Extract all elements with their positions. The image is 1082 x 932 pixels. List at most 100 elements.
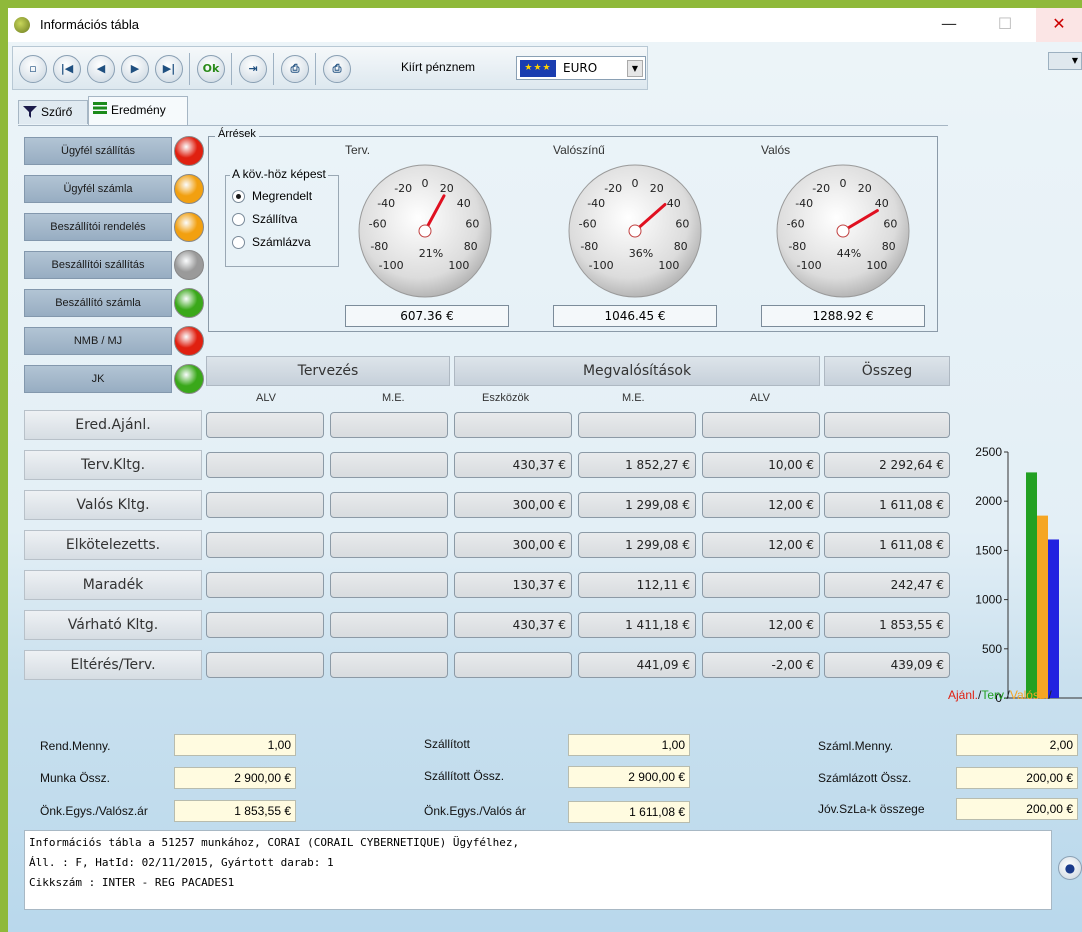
first-record-icon[interactable]: |◀ [53, 55, 81, 83]
print-currency-icon[interactable]: ⎙ [323, 55, 351, 83]
onk-egys-valosz-field[interactable]: 1 853,55 € [174, 800, 296, 822]
jov-szla-field[interactable]: 200,00 € [956, 798, 1078, 820]
grid-cell[interactable] [330, 492, 448, 518]
grid-cell[interactable]: 300,00 € [454, 532, 572, 558]
print-icon[interactable]: ⎙ [281, 55, 309, 83]
status-lamp-icon [174, 136, 204, 166]
gauge-tick-label: -20 [604, 182, 622, 195]
grid-cell[interactable] [824, 412, 950, 438]
exit-door-icon[interactable]: ⇥ [239, 55, 267, 83]
grid-cell[interactable]: 1 299,08 € [578, 532, 696, 558]
row-label[interactable]: Maradék [24, 570, 202, 600]
grid-cell[interactable]: 2 292,64 € [824, 452, 950, 478]
tab-filter[interactable]: Szűrő [18, 100, 88, 124]
row-label[interactable]: Ered.Ajánl. [24, 410, 202, 440]
grid-cell[interactable]: 439,09 € [824, 652, 950, 678]
grid-cell[interactable]: 441,09 € [578, 652, 696, 678]
new-icon[interactable]: ▫ [19, 55, 47, 83]
grid-cell[interactable]: 12,00 € [702, 612, 820, 638]
grid-cell[interactable]: 112,11 € [578, 572, 696, 598]
grid-cell[interactable] [330, 652, 448, 678]
chart-bar [1037, 515, 1048, 698]
munka-ossz-field[interactable]: 2 900,00 € [174, 767, 296, 789]
grid-cell[interactable] [702, 412, 820, 438]
grid-cell[interactable]: 10,00 € [702, 452, 820, 478]
close-button[interactable]: ✕ [1036, 8, 1082, 42]
rend-menny-field[interactable]: 1,00 [174, 734, 296, 756]
grid-cell[interactable]: 430,37 € [454, 452, 572, 478]
status-button[interactable]: NMB / MJ [24, 327, 172, 355]
legend-entry: Terv. [981, 688, 1007, 702]
gauge-tick-label: 0 [422, 177, 429, 190]
grid-cell[interactable]: 130,37 € [454, 572, 572, 598]
grid-cell[interactable] [206, 652, 324, 678]
grid-cell[interactable]: 1 299,08 € [578, 492, 696, 518]
grid-cell[interactable]: -2,00 € [702, 652, 820, 678]
tab-result[interactable]: Eredmény [88, 96, 188, 126]
status-button[interactable]: Ügyfél számla [24, 175, 172, 203]
row-label[interactable]: Terv.Kltg. [24, 450, 202, 480]
cost-bar-chart: 05001000150020002500 [975, 445, 1082, 705]
row-label[interactable]: Valós Kltg. [24, 490, 202, 520]
grid-cell[interactable] [206, 452, 324, 478]
grid-cell[interactable]: 1 853,55 € [824, 612, 950, 638]
legend-entry: Valósz. [1009, 688, 1049, 702]
radio-shipped[interactable]: Szállítva [232, 211, 342, 229]
gauge-tick-label: -40 [587, 197, 605, 210]
prev-record-icon[interactable]: ◀ [87, 55, 115, 83]
status-button[interactable]: Ügyfél szállítás [24, 137, 172, 165]
grid-cell[interactable] [206, 572, 324, 598]
user-icon[interactable]: ● [1058, 856, 1082, 880]
grid-cell[interactable] [330, 452, 448, 478]
grid-cell[interactable] [330, 412, 448, 438]
ok-button[interactable]: Ok [197, 55, 225, 83]
row-label[interactable]: Eltérés/Terv. [24, 650, 202, 680]
grid-cell[interactable]: 12,00 € [702, 492, 820, 518]
grid-cell[interactable]: 300,00 € [454, 492, 572, 518]
total-header[interactable]: Összeg [824, 356, 950, 386]
toolbar-separator [315, 53, 316, 85]
szamlazott-ossz-field[interactable]: 200,00 € [956, 767, 1078, 789]
minimize-button[interactable]: — [926, 8, 972, 42]
szallitott-ossz-field[interactable]: 2 900,00 € [568, 766, 690, 788]
realizations-header[interactable]: Megvalósítások [454, 356, 820, 386]
radio-invoiced[interactable]: Számlázva [232, 234, 342, 252]
grid-cell[interactable] [454, 652, 572, 678]
chevron-down-icon[interactable]: ▼ [627, 60, 643, 77]
grid-cell[interactable] [330, 612, 448, 638]
top-right-dropdown[interactable]: ▼ [1048, 52, 1082, 70]
grid-cell[interactable]: 1 411,18 € [578, 612, 696, 638]
column-header: M.E. [622, 392, 645, 404]
grid-cell[interactable] [330, 532, 448, 558]
grid-cell[interactable]: 430,37 € [454, 612, 572, 638]
szaml-menny-field[interactable]: 2,00 [956, 734, 1078, 756]
status-button[interactable]: Beszállítói szállítás [24, 251, 172, 279]
grid-cell[interactable]: 1 611,08 € [824, 532, 950, 558]
status-button[interactable]: Beszállító számla [24, 289, 172, 317]
grid-cell[interactable] [702, 572, 820, 598]
gauge-hub [628, 224, 642, 238]
grid-cell[interactable] [206, 412, 324, 438]
grid-cell[interactable]: 1 852,27 € [578, 452, 696, 478]
status-button[interactable]: Beszállítói rendelés [24, 213, 172, 241]
grid-cell[interactable] [454, 412, 572, 438]
maximize-button[interactable]: ☐ [982, 8, 1028, 42]
radio-ordered[interactable]: Megrendelt [232, 188, 342, 206]
planning-header[interactable]: Tervezés [206, 356, 450, 386]
grid-cell[interactable] [206, 612, 324, 638]
status-button[interactable]: JK [24, 365, 172, 393]
grid-cell[interactable] [206, 492, 324, 518]
row-label[interactable]: Elkötelezetts. [24, 530, 202, 560]
currency-select[interactable]: ★★★ EURO ▼ [516, 56, 646, 80]
grid-cell[interactable] [330, 572, 448, 598]
grid-cell[interactable] [206, 532, 324, 558]
grid-cell[interactable]: 12,00 € [702, 532, 820, 558]
grid-cell[interactable]: 1 611,08 € [824, 492, 950, 518]
row-label[interactable]: Várható Kltg. [24, 610, 202, 640]
szallitott-field[interactable]: 1,00 [568, 734, 690, 756]
next-record-icon[interactable]: ▶ [121, 55, 149, 83]
grid-cell[interactable] [578, 412, 696, 438]
grid-cell[interactable]: 242,47 € [824, 572, 950, 598]
last-record-icon[interactable]: ▶| [155, 55, 183, 83]
onk-egys-valos-field[interactable]: 1 611,08 € [568, 801, 690, 823]
